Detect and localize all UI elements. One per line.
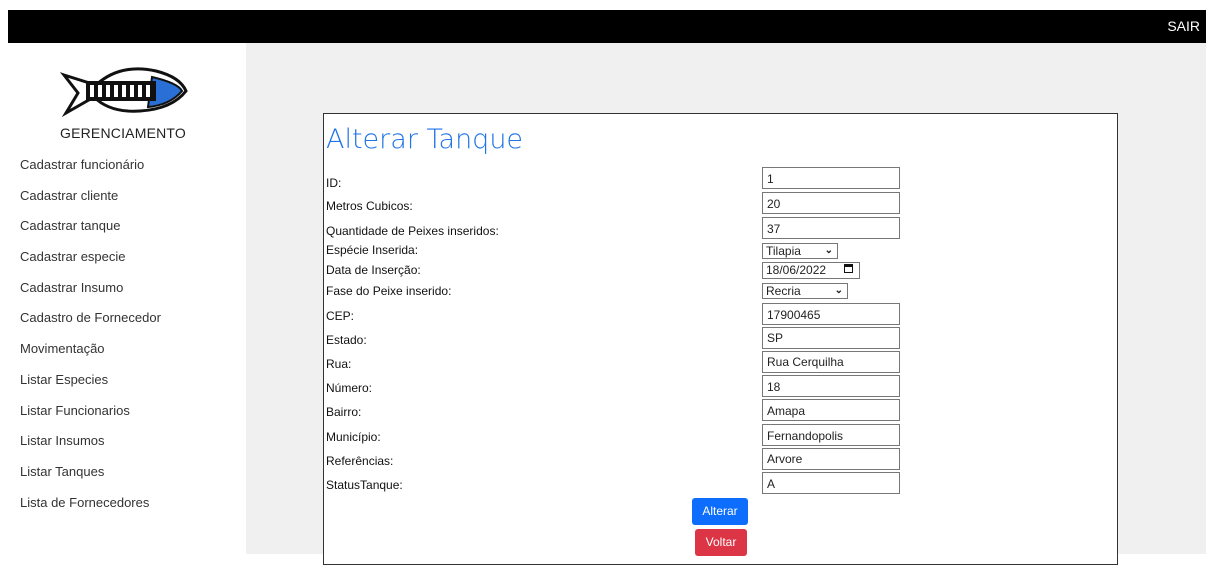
sidebar-item-cadastrar-tanque[interactable]: Cadastrar tanque (0, 216, 246, 247)
referencias-field[interactable]: Arvore (762, 448, 900, 470)
sidebar-item-listar-especies[interactable]: Listar Especies (0, 370, 246, 401)
main-content: Alterar Tanque ID: 1 Metros Cubicos: 20 … (246, 43, 1206, 565)
chevron-down-icon: ⌄ (824, 245, 833, 256)
sidebar-item-cadastrar-insumo[interactable]: Cadastrar Insumo (0, 278, 246, 309)
status-field[interactable]: A (762, 472, 900, 494)
id-label: ID: (326, 176, 342, 190)
logout-link[interactable]: SAIR (1167, 18, 1200, 34)
fase-label: Fase do Peixe inserido: (326, 284, 452, 298)
page-title: Alterar Tanque (326, 124, 524, 155)
brand-title: GERENCIAMENTO (59, 125, 187, 141)
municipio-label: Município: (326, 430, 381, 444)
sidebar: GERENCIAMENTO Cadastrar funcionário Cada… (0, 43, 246, 554)
form-card: Alterar Tanque ID: 1 Metros Cubicos: 20 … (323, 113, 1118, 565)
sidebar-item-movimentacao[interactable]: Movimentação (0, 339, 246, 370)
referencias-label: Referências: (326, 454, 394, 468)
data-value: 18/06/2022 (766, 263, 827, 277)
data-field[interactable]: 18/06/2022 (762, 262, 860, 279)
numero-label: Número: (326, 381, 373, 395)
municipio-field[interactable]: Fernandopolis (762, 424, 900, 446)
fase-value: Recria (766, 284, 801, 298)
id-field[interactable]: 1 (762, 167, 900, 189)
calendar-icon[interactable] (844, 264, 853, 273)
top-bar: SAIR (8, 10, 1206, 43)
cep-label: CEP: (326, 309, 355, 323)
sidebar-item-listar-tanques[interactable]: Listar Tanques (0, 462, 246, 493)
especie-select[interactable]: Tilapia ⌄ (762, 243, 838, 259)
sidebar-item-cadastrar-cliente[interactable]: Cadastrar cliente (0, 186, 246, 217)
sidebar-item-lista-fornecedores[interactable]: Lista de Fornecedores (0, 493, 246, 524)
metros-label: Metros Cubicos: (326, 199, 413, 213)
numero-field[interactable]: 18 (762, 375, 900, 397)
status-label: StatusTanque: (326, 478, 403, 492)
bairro-label: Bairro: (326, 405, 362, 419)
voltar-button[interactable]: Voltar (695, 529, 747, 556)
especie-value: Tilapia (766, 244, 801, 258)
sidebar-item-cadastrar-especie[interactable]: Cadastrar especie (0, 247, 246, 278)
cep-field[interactable]: 17900465 (762, 303, 900, 325)
fish-logo (60, 67, 188, 118)
estado-field[interactable]: SP (762, 327, 900, 349)
rua-label: Rua: (326, 357, 352, 371)
sidebar-item-cadastrar-funcionario[interactable]: Cadastrar funcionário (0, 155, 246, 186)
quantidade-field[interactable]: 37 (762, 217, 900, 239)
chevron-down-icon: ⌄ (834, 285, 843, 296)
metros-field[interactable]: 20 (762, 192, 900, 214)
data-label: Data de Inserção: (326, 263, 421, 277)
rua-field[interactable]: Rua Cerquilha (762, 351, 900, 373)
quantidade-label: Quantidade de Peixes inseridos: (326, 224, 499, 238)
sidebar-nav: Cadastrar funcionário Cadastrar cliente … (0, 155, 246, 523)
estado-label: Estado: (326, 333, 367, 347)
especie-label: Espécie Inserida: (326, 243, 419, 257)
sidebar-item-listar-insumos[interactable]: Listar Insumos (0, 431, 246, 462)
fase-select[interactable]: Recria ⌄ (762, 283, 848, 299)
alterar-button[interactable]: Alterar (692, 498, 748, 525)
bairro-field[interactable]: Amapa (762, 399, 900, 421)
sidebar-item-listar-funcionarios[interactable]: Listar Funcionarios (0, 401, 246, 432)
sidebar-item-cadastro-fornecedor[interactable]: Cadastro de Fornecedor (0, 308, 246, 339)
